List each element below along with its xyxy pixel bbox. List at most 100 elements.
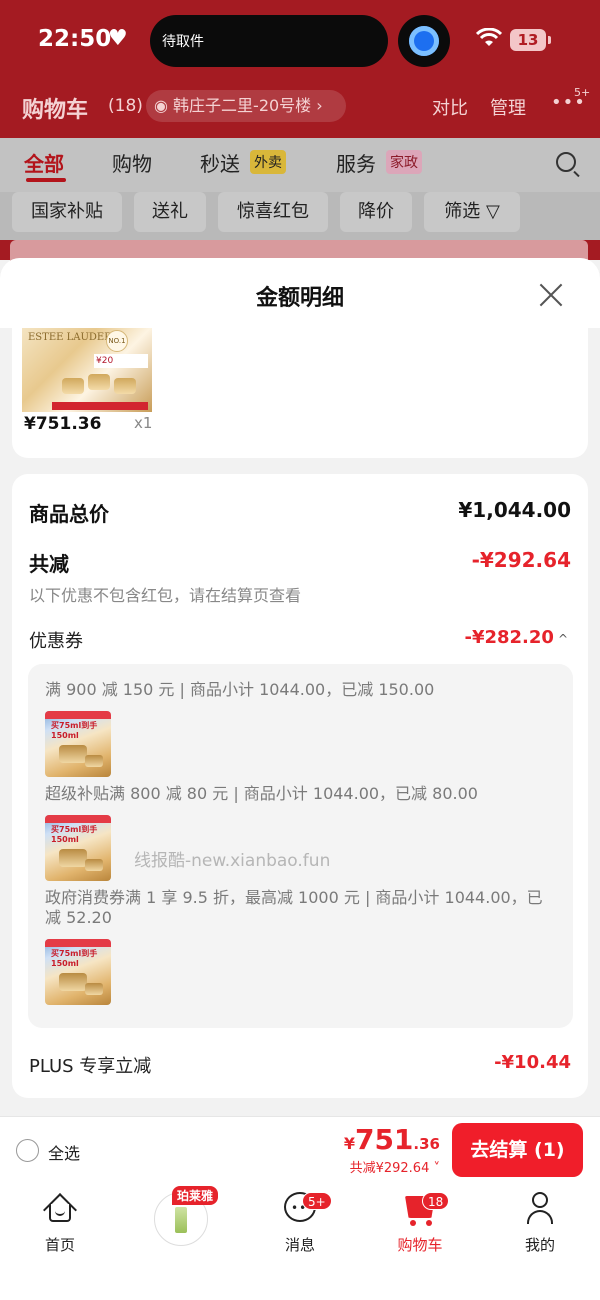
checkout-saved[interactable]: 共减¥292.64 ˅ xyxy=(350,1157,440,1176)
product-quantity: x1 xyxy=(134,414,153,432)
status-time: 22:50 xyxy=(38,26,112,52)
coupon-line: 政府消费券满 1 享 9.5 折，最高减 1000 元 | 商品小计 1044.… xyxy=(45,888,543,927)
instant-tag: 外卖 xyxy=(250,150,286,174)
coupon-line: 满 900 减 150 元 | 商品小计 1044.00，已减 150.00 xyxy=(45,680,435,699)
cart-tabs: 全部 购物 秒送 外卖 服务 家政 xyxy=(0,138,600,192)
coupon-label: 优惠券 xyxy=(29,631,83,652)
nav-messages-label: 消息 xyxy=(284,1236,315,1254)
coupon-product-thumb[interactable]: 买75ml到手150ml xyxy=(45,939,111,1005)
cart-count: (18) xyxy=(108,96,143,116)
saved-amount: 共减¥292.64 xyxy=(349,1161,430,1176)
compare-button[interactable]: 对比 xyxy=(432,94,468,120)
thumb-caption: 买75ml到手150ml xyxy=(51,949,98,968)
cart-title: 购物车 xyxy=(22,98,89,123)
nav-me-label: 我的 xyxy=(524,1236,555,1254)
address-text: 韩庄子二里-20号楼 xyxy=(173,96,312,115)
thumb-banner xyxy=(45,815,111,823)
status-bar: 22:50 ♥ 待取件 13 xyxy=(0,0,600,80)
bottom-nav: 首页 珀莱雅 ••• 5+ 消息 18 购物车 我的 xyxy=(0,1182,600,1300)
product-jar xyxy=(88,374,110,390)
manage-button[interactable]: 管理 xyxy=(490,94,526,120)
chevron-down-icon: ˅ xyxy=(429,1161,440,1176)
thumb-caption: 买75ml到手150ml xyxy=(51,721,98,740)
select-all-checkbox[interactable] xyxy=(16,1139,39,1162)
app-activity-icon xyxy=(398,15,450,67)
tab-instant[interactable]: 秒送 xyxy=(200,148,240,177)
filter-chips: 国家补贴 送礼 惊喜红包 降价 筛选 ▽ xyxy=(0,192,600,240)
select-all-label[interactable]: 全选 xyxy=(48,1140,80,1164)
chip-red-packet[interactable]: 惊喜红包 xyxy=(218,192,328,232)
thumb-banner xyxy=(45,939,111,947)
chip-filter-label: 筛选 xyxy=(444,201,481,222)
total-reduction-value: -¥292.64 xyxy=(471,548,571,572)
total-integer: 751 xyxy=(354,1123,414,1156)
product-image[interactable]: ESTEE LAUDER NO.1 ¥20 xyxy=(22,328,152,412)
product-jar xyxy=(62,378,84,394)
chip-price-drop[interactable]: 降价 xyxy=(340,192,412,232)
coupon-value: -¥282.20 xyxy=(464,627,554,648)
filter-icon: ▽ xyxy=(485,201,500,222)
product-image-promo: ¥20 xyxy=(94,354,148,368)
coupon-toggle[interactable]: -¥282.20 ^ xyxy=(464,627,568,648)
address-selector[interactable]: ◉ 韩庄子二里-20号楼 › xyxy=(146,90,346,122)
tab-service[interactable]: 服务 xyxy=(336,148,376,177)
checkout-button[interactable]: 去结算 (1) xyxy=(452,1123,583,1177)
currency-symbol: ¥ xyxy=(343,1134,355,1153)
thumb-jar xyxy=(59,849,87,867)
brand-tag: 珀莱雅 xyxy=(172,1186,219,1205)
amount-detail-sheet: 金额明细 ESTEE LAUDER NO.1 ¥20 ¥751.36 x1 商品… xyxy=(0,258,600,1116)
messages-badge: 5+ xyxy=(302,1192,332,1210)
search-icon[interactable] xyxy=(556,152,576,172)
nav-home-label: 首页 xyxy=(44,1236,75,1254)
chevron-right-icon: › xyxy=(311,96,323,115)
heart-icon: ♥ xyxy=(108,26,128,51)
thumb-banner xyxy=(45,711,111,719)
thumb-jar xyxy=(59,745,87,763)
coupon-line: 超级补贴满 800 减 80 元 | 商品小计 1044.00，已减 80.00 xyxy=(45,784,478,803)
chip-gift[interactable]: 送礼 xyxy=(134,192,206,232)
coupon-product-thumb[interactable]: 买75ml到手150ml xyxy=(45,815,111,881)
coupon-product-thumb[interactable]: 买75ml到手150ml xyxy=(45,711,111,777)
sheet-title: 金额明细 xyxy=(255,286,344,311)
wifi-icon xyxy=(475,27,503,53)
tab-shopping[interactable]: 购物 xyxy=(112,148,152,177)
reduction-note: 以下优惠不包含红包，请在结算页查看 xyxy=(29,586,302,605)
thumb-jar xyxy=(85,859,103,871)
thumb-caption: 买75ml到手150ml xyxy=(51,825,98,844)
watermark: 线报酷-new.xianbao.fun xyxy=(134,851,331,871)
dynamic-island[interactable]: 待取件 xyxy=(150,15,388,67)
thumb-jar xyxy=(59,973,87,991)
live-activity-text: 待取件 xyxy=(162,34,204,50)
chip-national-subsidy[interactable]: 国家补贴 xyxy=(12,192,122,232)
checkout-total: ¥751.36 xyxy=(344,1123,440,1156)
thumb-jar xyxy=(85,755,103,767)
product-jar xyxy=(114,378,136,394)
cart-wheel xyxy=(410,1220,416,1226)
thumb-jar xyxy=(85,983,103,995)
checkout-bar: 全选 ¥751.36 共减¥292.64 ˅ 去结算 (1) xyxy=(0,1116,600,1182)
bottle-icon xyxy=(175,1207,187,1233)
close-icon[interactable] xyxy=(538,282,564,308)
product-image-banner xyxy=(52,402,148,410)
cart-header: 购物车 (18) ◉ 韩庄子二里-20号楼 › 对比 管理 ••• 5+ xyxy=(0,84,600,130)
total-reduction-label: 共减 xyxy=(29,552,69,576)
tab-all[interactable]: 全部 xyxy=(24,148,64,177)
coupon-breakdown: 满 900 减 150 元 | 商品小计 1044.00，已减 150.00 买… xyxy=(28,664,573,1028)
plus-discount-value: -¥10.44 xyxy=(494,1052,571,1073)
cart-wheel xyxy=(426,1220,432,1226)
home-icon xyxy=(43,1193,77,1227)
total-decimal: .36 xyxy=(413,1135,440,1153)
total-price-value: ¥1,044.00 xyxy=(458,498,571,522)
cart-badge: 18 xyxy=(422,1192,450,1210)
product-image-brand: ESTEE LAUDER xyxy=(28,332,112,343)
nav-cart-label: 购物车 xyxy=(397,1236,443,1254)
home-indicator xyxy=(0,1286,600,1300)
total-price-label: 商品总价 xyxy=(29,502,109,526)
sheet-header: 金额明细 xyxy=(0,258,600,328)
eye-icon: ◉ xyxy=(154,96,174,115)
product-price: ¥751.36 xyxy=(24,414,102,434)
product-card: ESTEE LAUDER NO.1 ¥20 ¥751.36 x1 xyxy=(12,328,588,458)
price-detail-card: 商品总价 ¥1,044.00 共减 -¥292.64 以下优惠不包含红包，请在结… xyxy=(12,474,588,1098)
battery-indicator: 13 xyxy=(510,29,551,51)
chip-filter[interactable]: 筛选 ▽ xyxy=(424,192,520,232)
